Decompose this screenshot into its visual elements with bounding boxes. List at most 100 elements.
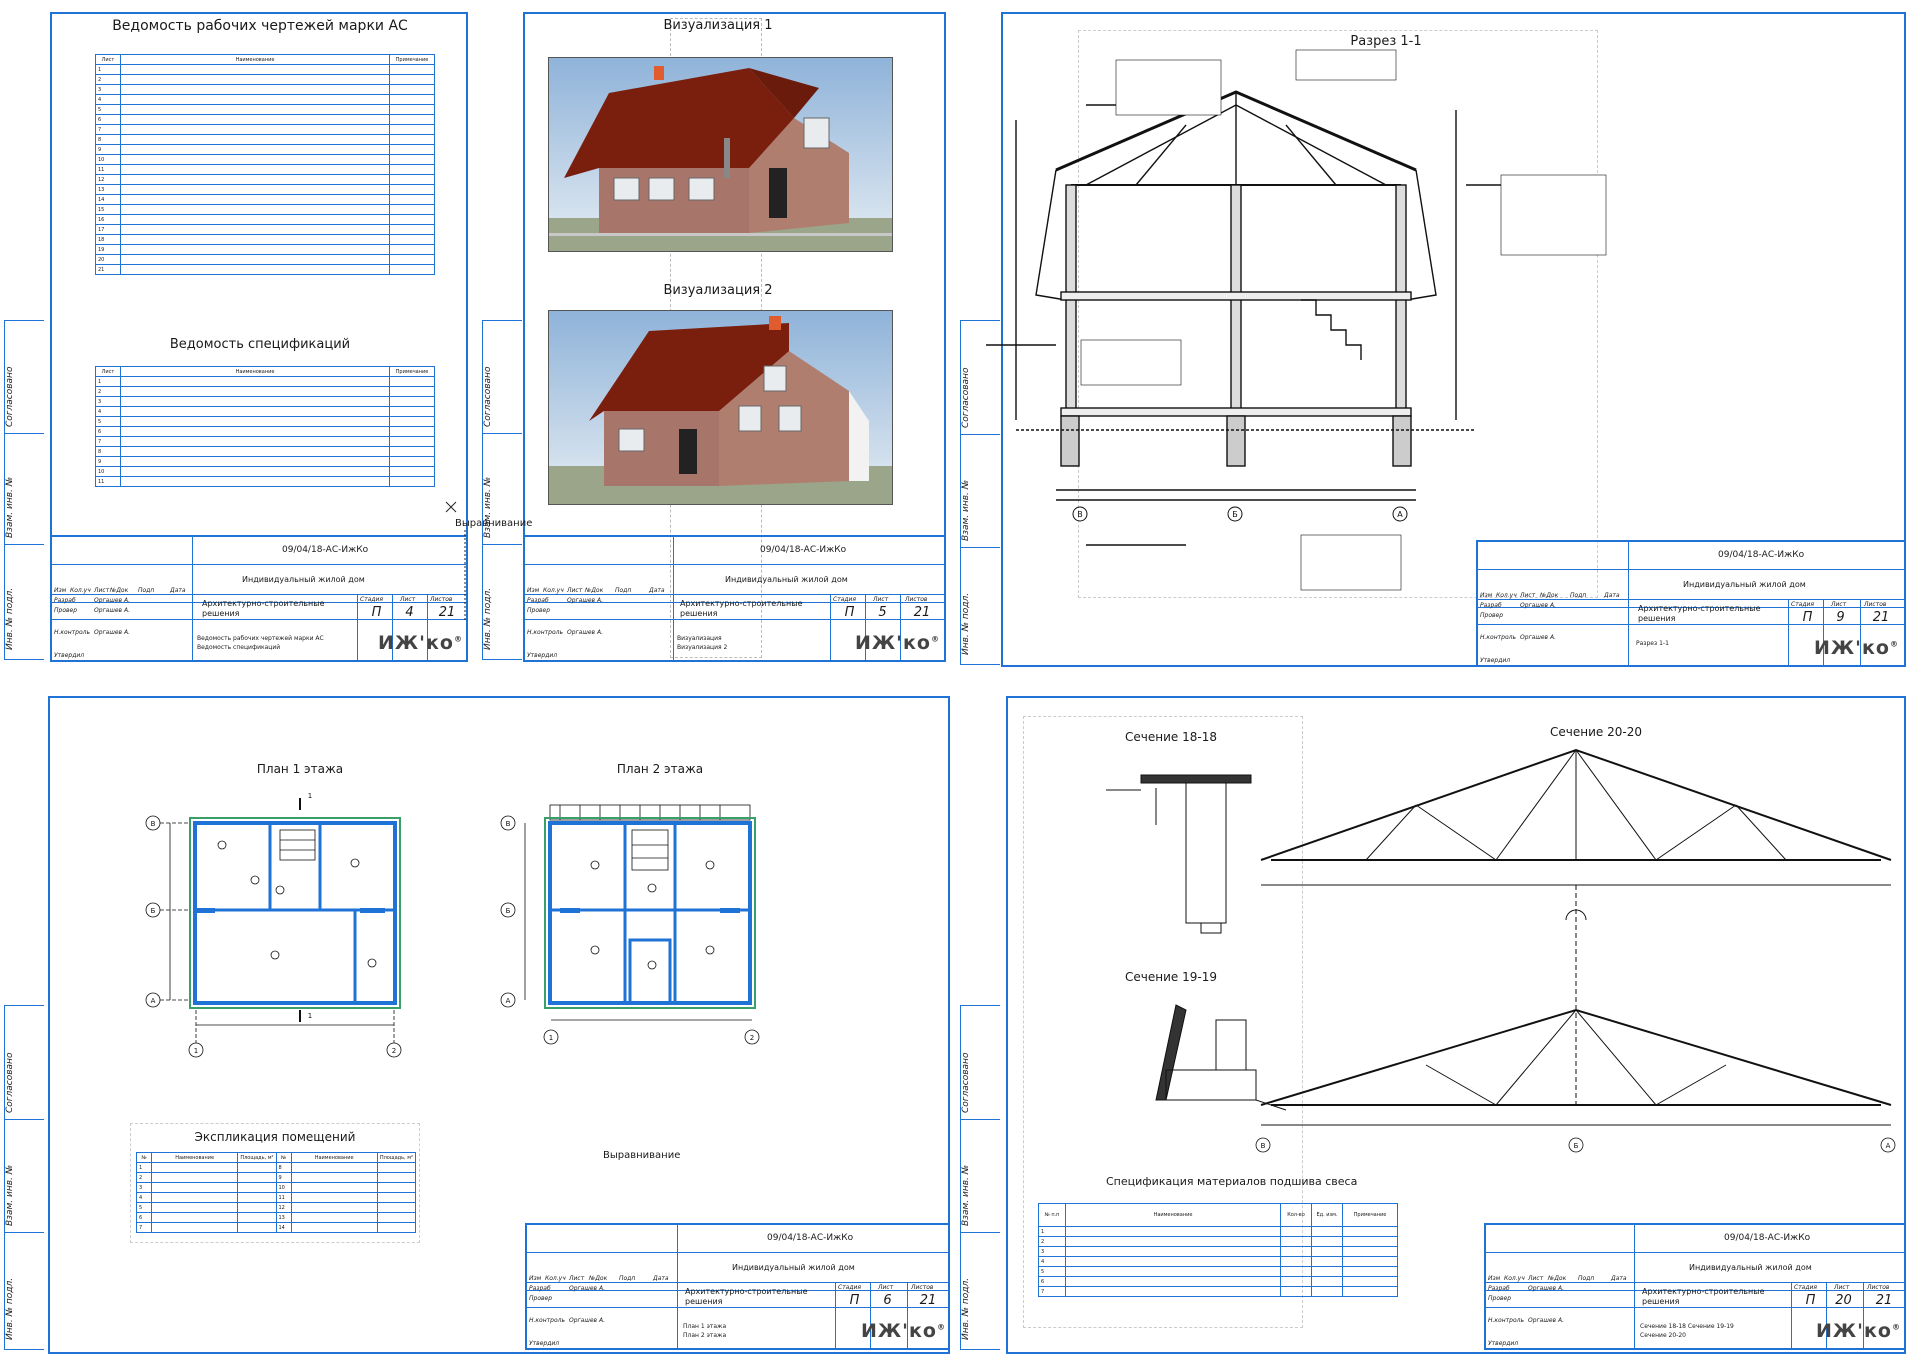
table-row: 2: [1038, 1236, 1398, 1247]
title-block: 09/04/18-АС-ИжКо Индивидуальный жилой до…: [50, 535, 468, 662]
side-label: Взам. инв. №: [5, 476, 15, 539]
vis2-title: Визуализация 2: [663, 283, 773, 298]
explication-table: № Наименование Площадь, м² № Наименование Пл…: [136, 1152, 417, 1233]
title-block: 09/04/18-АС-ИжКо Индивидуальный жилой до…: [1484, 1223, 1906, 1350]
svg-text:2: 2: [750, 1034, 754, 1042]
side-label: Согласовано: [5, 366, 15, 427]
spec-title: Спецификация материалов подшива свеса: [1106, 1175, 1358, 1188]
svg-text:Б: Б: [506, 907, 511, 915]
table-row: 12: [95, 174, 435, 185]
side-label: Инв. № подл.: [5, 587, 15, 650]
sheet-number: 6: [883, 1293, 892, 1308]
table-row: 29: [136, 1172, 417, 1183]
title-block: 09/04/18-АС-ИжКо Индивидуальный жилой до…: [525, 1223, 950, 1350]
svg-text:Б: Б: [1574, 1142, 1579, 1150]
object-name: Индивидуальный жилой дом: [242, 575, 365, 584]
table-row: 16: [95, 214, 435, 225]
table-row: 6: [95, 426, 435, 437]
table-row: 7: [95, 436, 435, 447]
table-row: 2: [95, 386, 435, 397]
alignment-label: Выравнивание: [603, 1150, 681, 1161]
svg-text:1: 1: [308, 1012, 312, 1020]
table-row: 1: [1038, 1226, 1398, 1237]
explication-title: Экспликация помещений: [194, 1130, 356, 1144]
doc-code: 09/04/18-АС-ИжКо: [282, 545, 369, 555]
title-block: 09/04/18-АС-ИжКо Индивидуальный жилой до…: [523, 535, 946, 662]
visualization-1: [548, 57, 893, 252]
table-row: 4: [1038, 1256, 1398, 1267]
svg-text:1: 1: [308, 792, 312, 800]
table-row: 18: [95, 234, 435, 245]
company-logo: ИЖ'ко®: [1814, 637, 1899, 659]
table-row: 18: [136, 1162, 417, 1173]
vis1-title: Визуализация 1: [663, 18, 773, 33]
spec-materials-table: № п.п Наименование Кол-во Ед. изм. Примечани…: [1038, 1203, 1398, 1297]
table-row: 8: [95, 134, 435, 145]
table-row: 5: [95, 416, 435, 427]
table-row: 7: [95, 124, 435, 135]
svg-text:В: В: [506, 820, 511, 828]
table-row: 20: [95, 254, 435, 265]
table-row: 10: [95, 154, 435, 165]
sheet-9[interactable]: Согласовано Взам. инв. № Инв. № подл. Ра…: [956, 0, 1914, 680]
table-row: 9: [95, 144, 435, 155]
sheet-6[interactable]: Согласовано Взам. инв. № Инв. № подл. Пл…: [0, 680, 956, 1360]
table-row: 14: [95, 194, 435, 205]
table-row: 1: [95, 376, 435, 387]
svg-text:А: А: [1886, 1142, 1891, 1150]
table-row: 3 10: [136, 1182, 417, 1193]
sheet-number: 20: [1835, 1293, 1852, 1308]
svg-text:2: 2: [392, 1047, 396, 1055]
axis-label: А: [1397, 510, 1403, 519]
section-name: Архитектурно-строительные решения: [202, 599, 325, 618]
svg-text:Б: Б: [151, 907, 156, 915]
table-row: 4 11: [136, 1192, 417, 1203]
sheet-number: 5: [878, 605, 887, 620]
sheet-4[interactable]: Согласовано Взам. инв. № Инв. № подл. Ве…: [0, 0, 478, 668]
table-row: 4: [95, 406, 435, 417]
table-row: 5: [1038, 1266, 1398, 1277]
table-row: 4: [95, 94, 435, 105]
sheet-number: 9: [1836, 610, 1845, 625]
side-strip: Согласовано Взам. инв. № Инв. № подл.: [4, 320, 44, 660]
svg-text:1: 1: [194, 1047, 198, 1055]
table-row: 5 12: [136, 1202, 417, 1213]
visualization-2: [548, 310, 893, 505]
table-row: 7: [1038, 1286, 1398, 1297]
table-row: 3: [95, 396, 435, 407]
svg-text:В: В: [151, 820, 156, 828]
table-row: 5: [95, 104, 435, 115]
sheet-20[interactable]: Согласовано Взам. инв. № Инв. № подл. Се…: [956, 680, 1914, 1360]
table-row: 6: [95, 114, 435, 125]
title-block: 09/04/18-АС-ИжКо Индивидуальный жилой до…: [1476, 540, 1906, 667]
table-row: 21: [95, 264, 435, 275]
table-row: 6 13: [136, 1212, 417, 1223]
sheet-title: Ведомость рабочих чертежей марки АС: [112, 18, 408, 34]
spec-list-table: Лист Наименование Примечание 1 2 3 4 5 6 7 8 9 10 11: [95, 366, 435, 487]
alignment-label: Выравнивание: [455, 518, 533, 529]
side-strip: Согласовано Взам. инв. № Инв. № подл.: [482, 320, 522, 660]
table-row: 15: [95, 204, 435, 215]
svg-text:А: А: [151, 997, 156, 1005]
sheet-5[interactable]: Согласовано Взам. инв. № Инв. № подл. Ви…: [478, 0, 956, 668]
svg-text:А: А: [506, 997, 511, 1005]
table-row: 2: [95, 74, 435, 85]
spec-list-title: Ведомость спецификаций: [169, 337, 351, 352]
company-logo: ИЖ'ко®: [855, 632, 940, 654]
table-row: 6: [1038, 1276, 1398, 1287]
table-row: 1: [95, 64, 435, 75]
company-logo: ИЖ'ко®: [1816, 1320, 1901, 1342]
svg-text:В: В: [1261, 1142, 1266, 1150]
company-logo: ИЖ'ко®: [861, 1320, 946, 1342]
axis-label: Б: [1232, 510, 1238, 519]
table-row: 9: [95, 456, 435, 467]
table-row: 11: [95, 476, 435, 487]
svg-text:1: 1: [549, 1034, 553, 1042]
table-row: 13: [95, 184, 435, 195]
table-row: 11: [95, 164, 435, 175]
drawings-list-table: Лист Наименование Примечание 1 2 3 4 5 6 7 8 9 10 11…: [95, 54, 435, 275]
axis-label: В: [1077, 510, 1083, 519]
company-logo: ИЖ'ко®: [378, 632, 463, 654]
table-row: 8: [95, 446, 435, 457]
table-row: 17: [95, 224, 435, 235]
